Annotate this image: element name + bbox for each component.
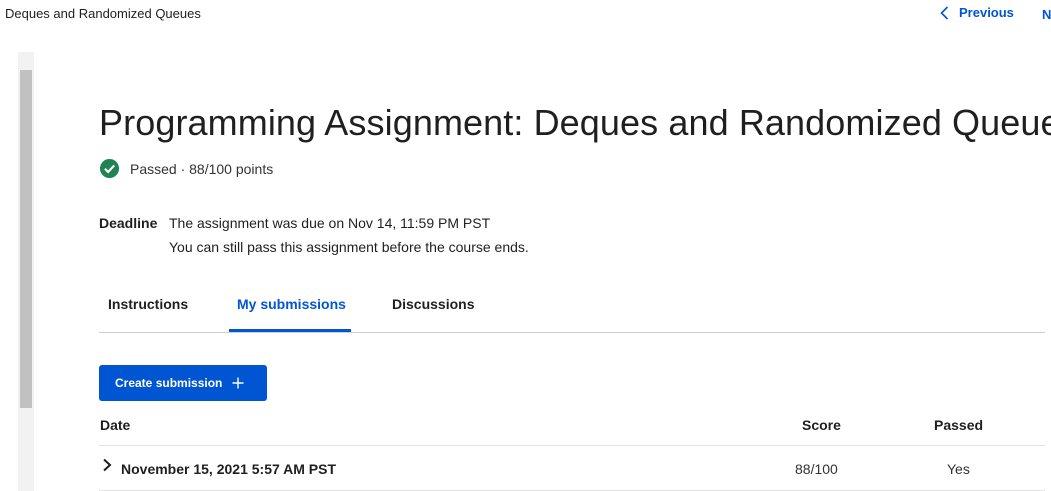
chevron-left-icon <box>940 5 949 20</box>
column-header-passed: Passed <box>934 417 984 433</box>
breadcrumb[interactable]: Deques and Randomized Queues <box>5 6 201 21</box>
submission-score: 88/100 <box>795 461 838 477</box>
status-line: Passed · 88/100 points <box>99 158 273 179</box>
tab-instructions[interactable]: Instructions <box>108 296 188 312</box>
deadline-note-text: You can still pass this assignment befor… <box>169 239 529 255</box>
chevron-right-icon[interactable] <box>102 458 112 472</box>
status-text: Passed · 88/100 points <box>130 160 274 177</box>
next-button[interactable]: N <box>1042 7 1051 22</box>
submission-passed: Yes <box>947 461 970 477</box>
previous-label: Previous <box>959 5 1014 20</box>
check-circle-icon <box>99 158 120 179</box>
create-submission-label: Create submission <box>115 376 223 390</box>
scrollbar-thumb[interactable] <box>20 70 32 408</box>
tab-bar: Instructions My submissions Discussions <box>99 288 1045 333</box>
top-bar: Deques and Randomized Queues Previous N <box>0 0 1051 30</box>
table-header: Date Score Passed <box>99 415 1045 446</box>
previous-button[interactable]: Previous <box>940 5 1014 20</box>
tab-discussions[interactable]: Discussions <box>392 296 474 312</box>
plus-icon <box>232 377 244 389</box>
submission-date: November 15, 2021 5:57 AM PST <box>121 461 337 477</box>
column-header-score: Score <box>802 417 841 433</box>
active-tab-indicator <box>229 329 351 332</box>
tab-my-submissions[interactable]: My submissions <box>237 296 346 312</box>
deadline-label: Deadline <box>99 215 158 231</box>
page-title: Programming Assignment: Deques and Rando… <box>99 102 1051 143</box>
deadline-due-text: The assignment was due on Nov 14, 11:59 … <box>169 215 491 231</box>
create-submission-button[interactable]: Create submission <box>99 365 267 401</box>
table-row[interactable]: November 15, 2021 5:57 AM PST 88/100 Yes <box>99 446 1045 491</box>
column-header-date: Date <box>100 417 131 433</box>
